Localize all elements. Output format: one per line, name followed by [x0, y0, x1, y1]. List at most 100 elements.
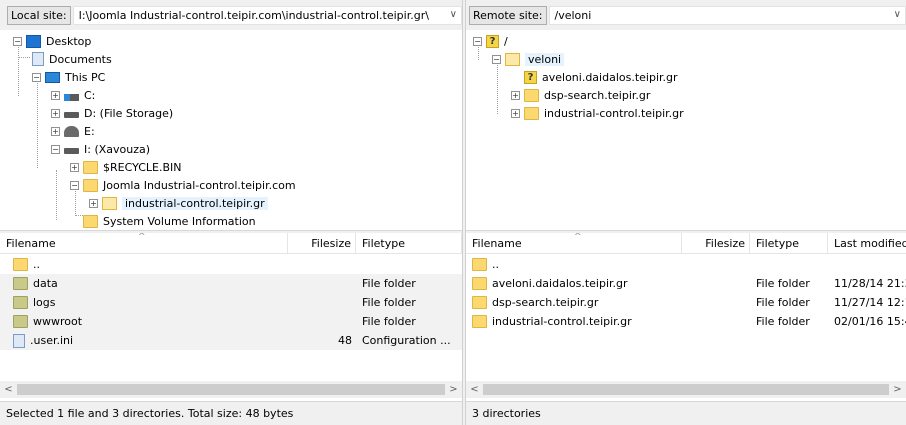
folder-icon — [524, 88, 539, 102]
tree-item-label: industrial-control.teipir.gr — [122, 196, 268, 210]
remote-path-text: /veloni — [554, 8, 592, 22]
tree-item-label: E: — [84, 124, 95, 138]
collapse-icon[interactable]: − — [492, 54, 501, 64]
column-header-filesize[interactable]: Filesize — [288, 233, 356, 254]
remote-path-input[interactable]: /veloni ∨ — [548, 5, 906, 25]
local-horizontal-scrollbar[interactable]: < > — [0, 381, 462, 398]
folder-icon — [472, 258, 487, 271]
list-item[interactable]: wwwroot File folder — [0, 312, 462, 331]
remote-list-header: ^ Filename Filesize Filetype Last modifi… — [466, 233, 906, 254]
folder-icon — [505, 52, 520, 66]
network-drive-icon — [64, 125, 79, 137]
scroll-right-icon[interactable]: > — [889, 381, 906, 398]
tree-item-aveloni[interactable]: ? aveloni.daidalos.teipir.gr — [511, 68, 678, 86]
collapse-icon[interactable]: − — [13, 36, 22, 46]
tree-item-industrial-control[interactable]: + industrial-control.teipir.gr — [511, 104, 684, 122]
column-header-filesize[interactable]: Filesize — [682, 233, 750, 254]
tree-item-label: / — [504, 34, 508, 48]
list-item[interactable]: logs File folder — [0, 293, 462, 312]
list-item[interactable]: .. — [466, 255, 906, 274]
chevron-down-icon[interactable]: ∨ — [450, 8, 457, 21]
list-item[interactable]: industrial-control.teipir.gr File folder… — [466, 312, 906, 331]
tree-item-label: $RECYCLE.BIN — [103, 160, 182, 174]
tree-item-drive-d[interactable]: + D: (File Storage) — [51, 104, 173, 122]
collapse-icon[interactable]: − — [51, 144, 60, 154]
expand-icon[interactable]: + — [51, 108, 60, 118]
sort-ascending-icon: ^ — [138, 233, 146, 242]
tree-item-label: D: (File Storage) — [84, 106, 174, 120]
unknown-icon: ? — [486, 34, 499, 48]
drive-icon — [64, 93, 79, 101]
scroll-right-icon[interactable]: > — [445, 381, 462, 398]
drive-icon — [64, 112, 79, 118]
tree-item-drive-c[interactable]: + C: — [51, 86, 95, 104]
list-item[interactable]: dsp-search.teipir.gr File folder 11/27/1… — [466, 293, 906, 312]
local-site-bar: Local site: I:\Joomla Industrial-control… — [0, 0, 462, 30]
drive-icon — [64, 148, 79, 154]
list-item[interactable]: aveloni.daidalos.teipir.gr File folder 1… — [466, 274, 906, 293]
folder-icon — [83, 214, 98, 228]
tree-item-label: aveloni.daidalos.teipir.gr — [542, 70, 678, 84]
tree-item-label: Desktop — [46, 34, 92, 48]
expand-icon[interactable]: + — [70, 162, 79, 172]
tree-item-system-volume[interactable]: System Volume Information — [70, 212, 256, 230]
sort-ascending-icon: ^ — [574, 233, 582, 242]
unknown-icon: ? — [524, 70, 537, 84]
local-directory-tree: − Desktop Documents − This PC + C: + D: … — [0, 30, 462, 230]
tree-item-drive-e[interactable]: + E: — [51, 122, 95, 140]
remote-horizontal-scrollbar[interactable]: < > — [466, 381, 906, 398]
expand-icon[interactable]: + — [89, 198, 98, 208]
local-path-text: I:\Joomla Industrial-control.teipir.com\… — [78, 8, 429, 22]
folder-icon — [472, 315, 487, 328]
folder-icon — [83, 178, 98, 192]
document-icon — [32, 52, 44, 66]
chevron-down-icon[interactable]: ∨ — [894, 8, 901, 21]
scroll-thumb[interactable] — [483, 384, 889, 395]
collapse-icon[interactable]: − — [473, 36, 482, 46]
remote-pane: Remote site: /veloni ∨ − ? / − veloni ? … — [466, 0, 906, 425]
tree-item-recycle-bin[interactable]: + $RECYCLE.BIN — [70, 158, 181, 176]
tree-item-root[interactable]: − ? / — [473, 32, 508, 50]
tree-item-drive-i[interactable]: − I: (Xavouza) — [51, 140, 150, 158]
remote-site-label: Remote site: — [469, 5, 547, 25]
local-path-input[interactable]: I:\Joomla Industrial-control.teipir.com\… — [72, 5, 462, 25]
folder-icon — [102, 196, 117, 210]
expand-icon[interactable]: + — [51, 90, 60, 100]
scroll-thumb[interactable] — [17, 384, 445, 395]
tree-item-label: C: — [84, 88, 96, 102]
tree-item-industrial-control[interactable]: + industrial-control.teipir.gr — [89, 194, 268, 212]
column-header-filetype[interactable]: Filetype — [750, 233, 828, 254]
local-pane: Local site: I:\Joomla Industrial-control… — [0, 0, 462, 425]
column-header-filename[interactable]: ^ Filename — [466, 233, 682, 254]
folder-icon — [13, 296, 28, 309]
column-header-last-modified[interactable]: Last modified — [828, 233, 906, 254]
local-site-label: Local site: — [7, 5, 71, 25]
folder-icon — [13, 258, 28, 271]
tree-item-label: dsp-search.teipir.gr — [544, 88, 651, 102]
expand-icon[interactable]: + — [511, 90, 520, 100]
tree-item-label: I: (Xavouza) — [84, 142, 151, 156]
expand-icon[interactable]: + — [511, 108, 520, 118]
tree-item-dsp-search[interactable]: + dsp-search.teipir.gr — [511, 86, 650, 104]
local-status-bar: Selected 1 file and 3 directories. Total… — [0, 401, 462, 425]
local-list-header: ^ Filename Filesize Filetype — [0, 233, 462, 254]
settings-file-icon — [13, 333, 25, 348]
tree-item-this-pc[interactable]: − This PC — [32, 68, 105, 86]
expand-icon[interactable]: + — [51, 126, 60, 136]
remote-site-bar: Remote site: /veloni ∨ — [466, 0, 906, 30]
collapse-icon[interactable]: − — [32, 72, 41, 82]
folder-icon — [83, 160, 98, 174]
tree-item-desktop[interactable]: − Desktop — [13, 32, 91, 50]
scroll-left-icon[interactable]: < — [466, 381, 483, 398]
list-item[interactable]: data File folder — [0, 274, 462, 293]
column-header-filetype[interactable]: Filetype — [356, 233, 462, 254]
tree-item-veloni[interactable]: − veloni — [492, 50, 565, 68]
list-item[interactable]: .. — [0, 255, 462, 274]
list-item[interactable]: .user.ini 48 Configuration ... — [0, 331, 462, 350]
tree-item-joomla[interactable]: − Joomla Industrial-control.teipir.com — [70, 176, 296, 194]
column-header-filename[interactable]: ^ Filename — [0, 233, 288, 254]
collapse-icon[interactable]: − — [70, 180, 79, 190]
scroll-left-icon[interactable]: < — [0, 381, 17, 398]
folder-icon — [472, 296, 487, 309]
tree-item-documents[interactable]: Documents — [32, 50, 112, 68]
